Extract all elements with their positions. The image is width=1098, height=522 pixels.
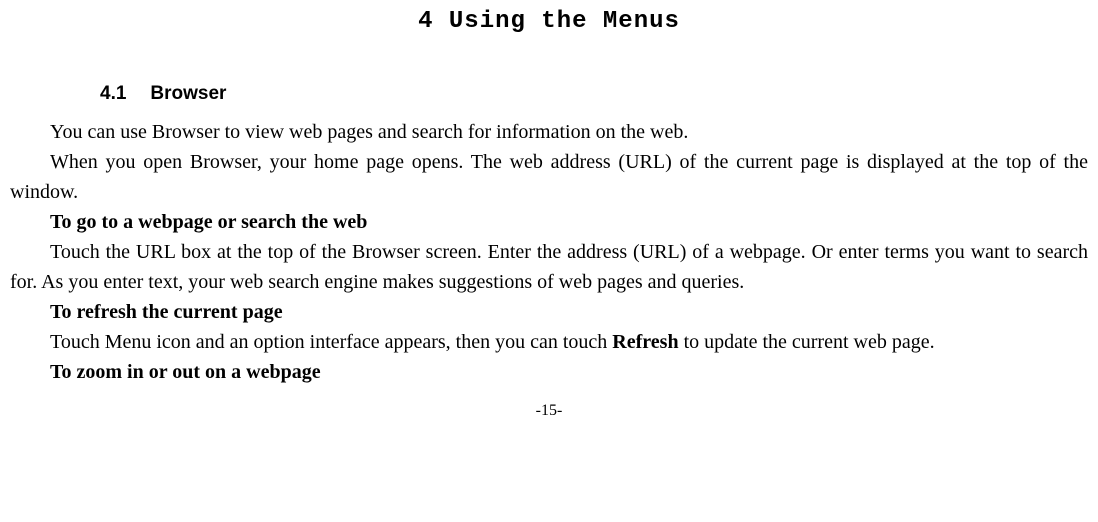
subheading: To go to a webpage or search the web (10, 207, 1088, 237)
document-page: 4 Using the Menus 4.1 Browser You can use… (0, 0, 1098, 423)
paragraph: Touch Menu icon and an option interface … (10, 327, 1088, 357)
section-title: Browser (150, 83, 226, 104)
subheading: To zoom in or out on a webpage (10, 357, 1088, 387)
chapter-title: 4 Using the Menus (10, 4, 1088, 40)
paragraph: Touch the URL box at the top of the Brow… (10, 237, 1088, 297)
text-run: to update the current web page. (679, 331, 935, 353)
paragraph: You can use Browser to view web pages an… (10, 117, 1088, 147)
text-bold: Refresh (612, 331, 678, 353)
section-number: 4.1 (100, 83, 126, 104)
page-number: -15- (10, 399, 1088, 423)
subheading: To refresh the current page (10, 297, 1088, 327)
paragraph: When you open Browser, your home page op… (10, 147, 1088, 207)
text-run: Touch Menu icon and an option interface … (50, 331, 612, 353)
section-heading: 4.1 Browser (100, 80, 1088, 109)
